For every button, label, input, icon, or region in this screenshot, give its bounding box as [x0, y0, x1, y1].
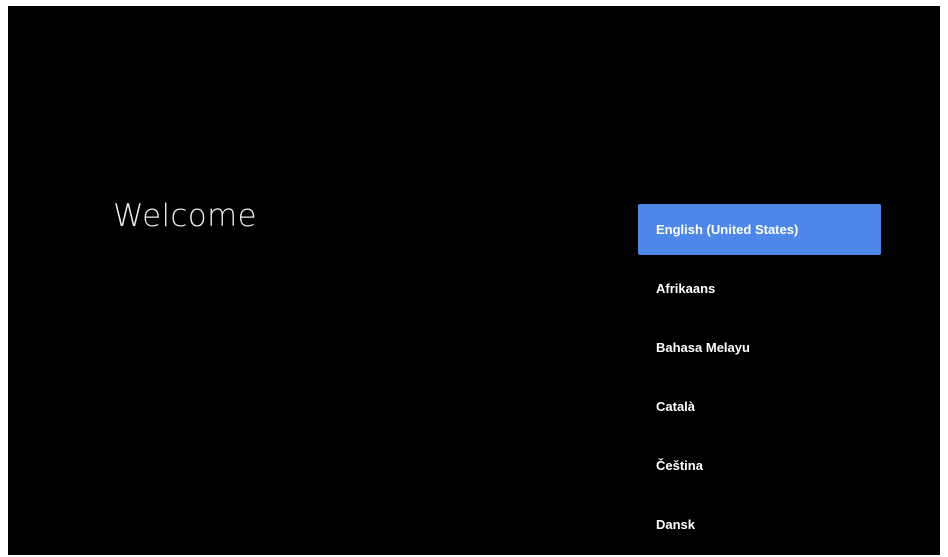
language-option-dansk[interactable]: Dansk [638, 499, 881, 550]
language-option-english-us[interactable]: English (United States) [638, 204, 881, 255]
tv-setup-screen: Welcome English (United States) Afrikaan… [8, 6, 940, 555]
language-option-catala[interactable]: Català [638, 381, 881, 432]
language-option-afrikaans[interactable]: Afrikaans [638, 263, 881, 314]
language-option-bahasa-melayu[interactable]: Bahasa Melayu [638, 322, 881, 373]
welcome-title: Welcome [113, 198, 257, 234]
language-list: English (United States) Afrikaans Bahasa… [638, 204, 881, 555]
language-option-cestina[interactable]: Čeština [638, 440, 881, 491]
